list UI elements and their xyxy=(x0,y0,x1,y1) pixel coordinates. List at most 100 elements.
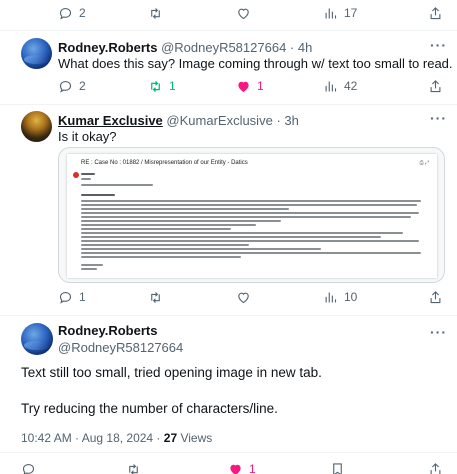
email-text-line xyxy=(81,173,95,175)
like-button[interactable]: 1 xyxy=(228,462,256,474)
detail-actions: 1 xyxy=(0,458,457,474)
like-icon xyxy=(238,292,249,303)
email-text-line xyxy=(81,228,231,230)
reply-button[interactable] xyxy=(21,462,36,474)
more-icon[interactable]: ··· xyxy=(430,324,447,340)
repost-button[interactable]: 1 xyxy=(148,79,176,94)
tweet-text-line-1: Text still too small, tried opening imag… xyxy=(21,365,322,380)
author-name[interactable]: Rodney.Roberts xyxy=(58,40,157,55)
attached-image[interactable]: RE : Case No : 01882 / Misrepresentation… xyxy=(58,147,445,283)
tweet-time[interactable]: 3h xyxy=(284,113,298,128)
views-button[interactable]: 42 xyxy=(323,79,357,94)
tweet-actions: 1 10 xyxy=(0,286,457,308)
reply-icon xyxy=(22,463,35,474)
email-text-line xyxy=(81,232,403,234)
avatar[interactable] xyxy=(21,38,52,69)
like-button[interactable]: 1 xyxy=(236,79,264,94)
sender-avatar xyxy=(73,172,79,178)
views-button[interactable]: 17 xyxy=(323,6,357,21)
reply-icon xyxy=(59,80,72,93)
views-button[interactable]: 10 xyxy=(323,290,357,305)
share-button[interactable] xyxy=(428,462,443,474)
email-text-line xyxy=(81,204,417,206)
views-label: Views xyxy=(177,431,213,445)
like-button[interactable] xyxy=(236,290,251,305)
author-handle[interactable]: @RodneyR58127664 xyxy=(161,40,286,55)
views-icon xyxy=(325,81,337,91)
tweet-meta: 10:42 AM · Aug 18, 2024 · 27 Views xyxy=(21,431,212,445)
share-icon xyxy=(430,462,441,474)
like-count: 1 xyxy=(249,462,256,474)
email-text-line xyxy=(81,240,419,242)
email-text-line xyxy=(81,208,289,210)
share-button[interactable] xyxy=(428,290,443,305)
email-text-line xyxy=(81,216,411,218)
tweet-text: Is it okay? xyxy=(58,129,117,144)
like-icon xyxy=(238,81,249,92)
email-text-line xyxy=(81,184,153,186)
share-button[interactable] xyxy=(428,6,443,21)
repost-icon xyxy=(151,291,160,303)
email-text-line xyxy=(81,244,249,246)
reply-button[interactable]: 2 xyxy=(58,79,86,94)
author-handle[interactable]: @RodneyR58127664 xyxy=(58,340,183,355)
like-icon xyxy=(238,8,249,19)
email-text-line xyxy=(81,248,321,250)
author-handle[interactable]: @KumarExclusive xyxy=(166,113,272,128)
email-text-line xyxy=(81,200,421,202)
like-icon xyxy=(230,464,241,474)
repost-icon xyxy=(151,7,160,19)
tweet-actions: 2 1 1 42 xyxy=(0,75,457,97)
author-name[interactable]: Rodney.Roberts xyxy=(58,323,157,338)
author-name[interactable]: Kumar Exclusive xyxy=(58,113,163,128)
divider xyxy=(0,315,457,316)
reply-icon xyxy=(59,7,72,20)
reply-button[interactable]: 2 xyxy=(58,6,86,21)
email-toolbar-icons: ⎙ ⤢ xyxy=(419,160,429,166)
reply-count: 2 xyxy=(79,6,86,20)
email-text-line xyxy=(81,194,115,196)
tweet-header: Rodney.Roberts @RodneyR58127664 · 4h xyxy=(58,40,313,55)
views-count: 42 xyxy=(344,79,358,93)
tweet-time[interactable]: 4h xyxy=(298,40,312,55)
repost-button[interactable] xyxy=(126,462,141,474)
avatar[interactable] xyxy=(21,323,53,355)
email-screenshot: RE : Case No : 01882 / Misrepresentation… xyxy=(67,154,437,278)
avatar[interactable] xyxy=(21,111,52,142)
email-text-line xyxy=(81,178,91,180)
tweet-text: What does this say? Image coming through… xyxy=(58,56,453,71)
repost-button[interactable] xyxy=(148,6,163,21)
reply-icon xyxy=(59,291,72,304)
share-icon xyxy=(430,6,441,19)
like-count: 1 xyxy=(257,79,264,93)
like-button[interactable] xyxy=(236,6,251,21)
views-icon xyxy=(325,292,337,302)
email-subject: RE : Case No : 01882 / Misrepresentation… xyxy=(81,160,248,166)
email-text-line xyxy=(81,256,241,258)
share-icon xyxy=(430,79,441,92)
views-count: 17 xyxy=(344,6,358,20)
reply-button[interactable]: 1 xyxy=(58,290,86,305)
email-text-line xyxy=(81,220,281,222)
reply-count: 1 xyxy=(79,290,86,304)
repost-count: 1 xyxy=(169,79,176,93)
views-count: 10 xyxy=(344,290,358,304)
email-text-line xyxy=(81,264,103,266)
more-icon[interactable]: ··· xyxy=(430,110,447,126)
email-text-line xyxy=(81,236,381,238)
top-action-bar: 2 17 xyxy=(0,2,457,24)
reply-count: 2 xyxy=(79,79,86,93)
email-text-line xyxy=(81,212,419,214)
tweet-header: Kumar Exclusive @KumarExclusive · 3h xyxy=(58,113,299,128)
divider xyxy=(0,30,457,31)
bookmark-button[interactable] xyxy=(330,462,345,474)
tweet-timestamp[interactable]: 10:42 AM · Aug 18, 2024 · xyxy=(21,431,164,445)
views-icon xyxy=(325,8,337,18)
more-icon[interactable]: ··· xyxy=(430,37,447,53)
repost-button[interactable] xyxy=(148,290,163,305)
repost-icon xyxy=(151,80,160,92)
share-button[interactable] xyxy=(428,79,443,94)
divider xyxy=(0,452,457,453)
share-icon xyxy=(430,290,441,303)
divider xyxy=(0,104,457,105)
